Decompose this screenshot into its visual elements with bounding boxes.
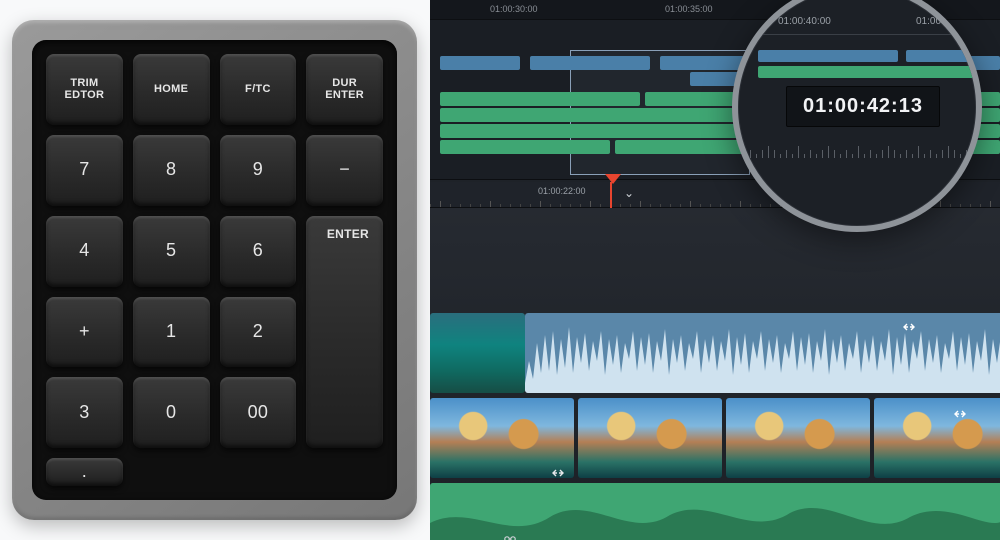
key-8[interactable]: 8 (133, 135, 210, 206)
ruler-label: 01:00:45:00 (916, 16, 969, 27)
key-2[interactable]: 2 (220, 297, 297, 368)
key-00[interactable]: 00 (220, 377, 297, 448)
key-trim-editor[interactable]: TRIM EDTOR (46, 54, 123, 125)
overview-clip (906, 50, 976, 62)
clip-video-b[interactable] (874, 398, 1000, 478)
key-6[interactable]: 6 (220, 216, 297, 287)
chevron-down-icon: ⌄ (624, 186, 634, 200)
transition-marker-icon[interactable] (952, 406, 968, 422)
key-3[interactable]: 3 (46, 377, 123, 448)
loupe-scale-ticks (738, 140, 976, 158)
overview-clip[interactable] (440, 92, 640, 106)
thumbnail (430, 313, 525, 393)
overview-clip (758, 50, 898, 62)
key-ftc[interactable]: F/TC (220, 54, 297, 125)
key-period[interactable]: . (46, 458, 123, 486)
numeric-keypad: TRIM EDTOR HOME F/TC DUR ENTER 7 8 9 − 4… (12, 20, 417, 520)
key-7[interactable]: 7 (46, 135, 123, 206)
track-a1[interactable] (430, 483, 1000, 540)
thumbnail (578, 398, 722, 478)
thumbnail (726, 398, 870, 478)
key-1[interactable]: 1 (133, 297, 210, 368)
transition-marker-icon[interactable] (550, 465, 566, 481)
key-plus[interactable]: + (46, 297, 123, 368)
key-home[interactable]: HOME (133, 54, 210, 125)
ruler-label: 01:00:35:00 (665, 4, 713, 14)
key-enter[interactable]: ENTER (306, 216, 383, 449)
timeline-tracks[interactable] (430, 208, 1000, 540)
clip-video-b[interactable] (578, 398, 722, 478)
overview-clip[interactable] (530, 56, 650, 70)
thumbnail (874, 398, 1000, 478)
overview-clip (758, 66, 978, 78)
timecode-magnifier: 01:00:40:00 01:00:45:00 01:00:42:13 (732, 0, 982, 232)
key-5[interactable]: 5 (133, 216, 210, 287)
loupe-ruler: 01:00:40:00 01:00:45:00 (738, 16, 976, 52)
keypad-bed: TRIM EDTOR HOME F/TC DUR ENTER 7 8 9 − 4… (32, 40, 397, 500)
clip-video-b[interactable] (726, 398, 870, 478)
ruler-label: 01:00:40:00 (778, 16, 831, 27)
clip-video-a[interactable] (430, 313, 525, 393)
key-9[interactable]: 9 (220, 135, 297, 206)
overview-clip[interactable] (690, 72, 740, 86)
track-v2[interactable] (430, 398, 1000, 478)
key-4[interactable]: 4 (46, 216, 123, 287)
key-dur-enter[interactable]: DUR ENTER (306, 54, 383, 125)
key-minus[interactable]: − (306, 135, 383, 206)
overview-clip[interactable] (440, 140, 610, 154)
key-0[interactable]: 0 (133, 377, 210, 448)
track-v1[interactable] (430, 313, 1000, 393)
ruler-label: 01:00:30:00 (490, 4, 538, 14)
link-icon (502, 531, 518, 540)
waveform (525, 313, 1000, 393)
transition-marker-icon[interactable] (901, 319, 917, 335)
clip-audio-music[interactable] (525, 313, 1000, 393)
timecode-display[interactable]: 01:00:42:13 (786, 86, 940, 127)
overview-clip[interactable] (440, 56, 520, 70)
